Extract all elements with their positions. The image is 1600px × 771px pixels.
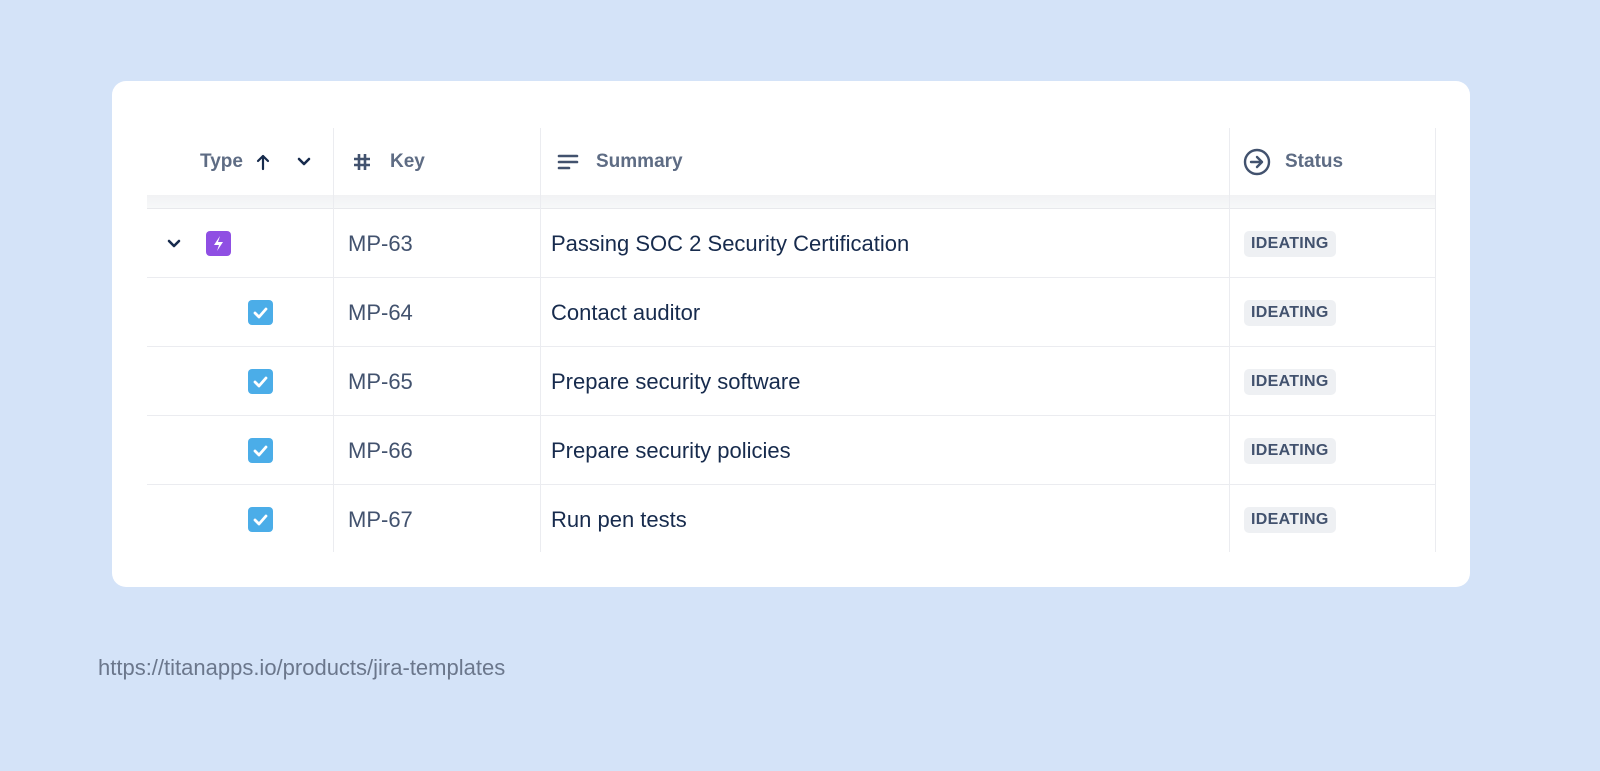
header-status-label: Status [1285, 150, 1344, 172]
status-badge[interactable]: IDEATING [1244, 230, 1336, 257]
task-icon [248, 278, 273, 347]
issue-key[interactable]: MP-63 [348, 209, 413, 278]
issue-summary[interactable]: Run pen tests [551, 485, 687, 554]
table-row[interactable]: MP-64 Contact auditor IDEATING [147, 278, 1435, 347]
issue-summary[interactable]: Passing SOC 2 Security Certification [551, 209, 909, 278]
text-lines-icon [557, 153, 579, 171]
header-shadow [147, 195, 1435, 209]
expand-chevron-icon[interactable] [167, 209, 181, 278]
table-header: Type Key Summary Status [147, 128, 1435, 195]
task-icon [248, 485, 273, 554]
issue-table: Type Key Summary Status MP-63 Passing SO… [147, 128, 1436, 554]
header-type-label: Type [200, 150, 243, 172]
table-body: MP-63 Passing SOC 2 Security Certificati… [147, 209, 1435, 554]
task-icon [248, 347, 273, 416]
status-badge[interactable]: IDEATING [1244, 506, 1336, 533]
header-summary-label: Summary [596, 150, 683, 172]
sort-ascending-icon[interactable] [255, 153, 271, 171]
header-status[interactable]: Status [1243, 128, 1343, 195]
footer-url: https://titanapps.io/products/jira-templ… [98, 655, 506, 680]
issue-table-card: Type Key Summary Status MP-63 Passing SO… [112, 81, 1470, 587]
header-type[interactable]: Type [200, 128, 311, 195]
issue-key[interactable]: MP-64 [348, 278, 413, 347]
header-summary[interactable]: Summary [557, 128, 683, 195]
issue-key[interactable]: MP-65 [348, 347, 413, 416]
issue-key[interactable]: MP-66 [348, 416, 413, 485]
header-key[interactable]: Key [352, 128, 425, 195]
status-badge[interactable]: IDEATING [1244, 368, 1336, 395]
column-divider [1435, 128, 1436, 552]
table-row[interactable]: MP-65 Prepare security software IDEATING [147, 347, 1435, 416]
status-badge[interactable]: IDEATING [1244, 437, 1336, 464]
table-row[interactable]: MP-63 Passing SOC 2 Security Certificati… [147, 209, 1435, 278]
issue-key[interactable]: MP-67 [348, 485, 413, 554]
status-badge[interactable]: IDEATING [1244, 299, 1336, 326]
header-key-label: Key [390, 150, 425, 172]
issue-summary[interactable]: Contact auditor [551, 278, 700, 347]
task-icon [248, 416, 273, 485]
issue-summary[interactable]: Prepare security software [551, 347, 800, 416]
epic-icon [206, 209, 231, 278]
arrow-circle-right-icon [1243, 148, 1271, 176]
table-row[interactable]: MP-67 Run pen tests IDEATING [147, 485, 1435, 554]
chevron-down-icon[interactable] [297, 157, 311, 167]
table-row[interactable]: MP-66 Prepare security policies IDEATING [147, 416, 1435, 485]
hash-icon [352, 152, 372, 172]
issue-summary[interactable]: Prepare security policies [551, 416, 791, 485]
